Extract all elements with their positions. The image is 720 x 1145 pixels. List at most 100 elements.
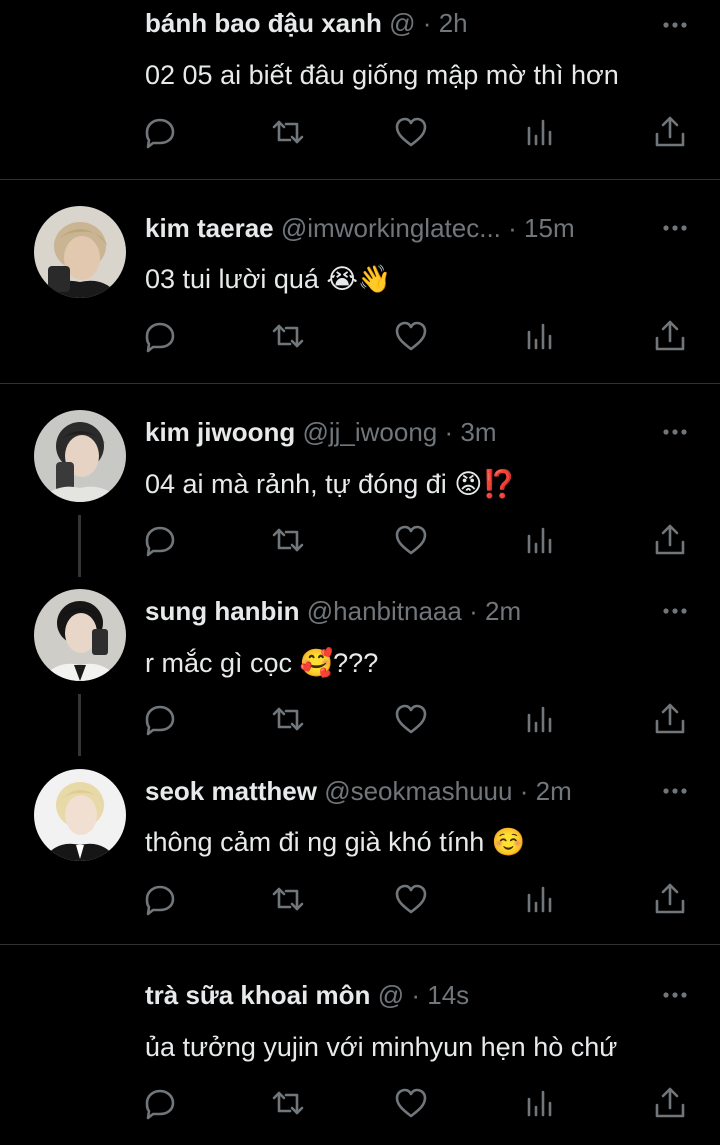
views-button[interactable] (520, 520, 560, 560)
tweet-actions (140, 879, 700, 919)
tweet-actions (140, 1083, 700, 1123)
share-icon (650, 1083, 690, 1123)
separator-dot: · (469, 596, 478, 626)
share-button[interactable] (650, 316, 690, 356)
user-handle[interactable]: @imworkinglatec... (281, 213, 501, 243)
like-button[interactable] (391, 879, 431, 919)
retweet-button[interactable] (268, 520, 308, 560)
retweet-icon (268, 699, 308, 739)
like-button[interactable] (391, 1083, 431, 1123)
display-name[interactable]: sung hanbin (145, 596, 300, 626)
user-handle[interactable]: @ (389, 8, 415, 38)
views-button[interactable] (520, 316, 560, 356)
separator-dot: · (508, 213, 517, 243)
display-name[interactable]: seok matthew (145, 776, 317, 806)
reply-button[interactable] (140, 879, 180, 919)
timestamp[interactable]: 2h (439, 8, 468, 38)
share-button[interactable] (650, 879, 690, 919)
analytics-icon (520, 1083, 560, 1123)
heart-icon (391, 699, 431, 739)
heart-icon (391, 879, 431, 919)
more-dots-icon[interactable] (660, 213, 690, 243)
tweet[interactable]: kim taerae @imworkinglatec... · 15m 03 t… (0, 180, 720, 383)
tweet-actions (140, 316, 700, 356)
avatar[interactable] (34, 410, 126, 502)
retweet-button[interactable] (268, 1083, 308, 1123)
display-name[interactable]: kim jiwoong (145, 417, 295, 447)
avatar[interactable] (34, 206, 126, 298)
display-name[interactable]: kim taerae (145, 213, 274, 243)
analytics-icon (520, 316, 560, 356)
tweet-header: kim jiwoong @jj_iwoong · 3m (145, 415, 650, 449)
tweet[interactable]: seok matthew @seokmashuuu · 2m thông cảm… (0, 744, 720, 944)
retweet-icon (268, 1083, 308, 1123)
tweet[interactable]: kim jiwoong @jj_iwoong · 3m 04 ai mà rản… (0, 384, 720, 564)
tweet-header: kim taerae @imworkinglatec... · 15m (145, 211, 650, 245)
user-handle[interactable]: @seokmashuuu (324, 776, 512, 806)
reply-button[interactable] (140, 316, 180, 356)
share-button[interactable] (650, 1083, 690, 1123)
tweet-text: 03 tui lười quá 😭👋 (145, 264, 392, 294)
heart-icon (391, 112, 431, 152)
user-handle[interactable]: @ (378, 980, 404, 1010)
retweet-button[interactable] (268, 112, 308, 152)
retweet-button[interactable] (268, 879, 308, 919)
retweet-icon (268, 112, 308, 152)
avatar[interactable] (34, 769, 126, 861)
avatar[interactable] (34, 589, 126, 681)
more-dots-icon[interactable] (660, 980, 690, 1010)
tweet-text: 02 05 ai biết đâu giống mập mờ thì hơn (145, 60, 619, 90)
tweet[interactable]: sung hanbin @hanbitnaaa · 2m r mắc gì cọ… (0, 564, 720, 744)
views-button[interactable] (520, 112, 560, 152)
heart-icon (391, 1083, 431, 1123)
timestamp[interactable]: 14s (427, 980, 469, 1010)
tweet-actions (140, 112, 700, 152)
retweet-button[interactable] (268, 699, 308, 739)
tweet-text: ủa tưởng yujin với minhyun hẹn hò chứ (145, 1032, 618, 1062)
more-dots-icon[interactable] (660, 417, 690, 447)
timestamp[interactable]: 2m (536, 776, 572, 806)
separator-dot: · (411, 980, 420, 1010)
user-handle[interactable]: @jj_iwoong (302, 417, 437, 447)
share-icon (650, 316, 690, 356)
heart-icon (391, 316, 431, 356)
tweet[interactable]: trà sữa khoai môn @ · 14s ủa tưởng yujin… (0, 945, 720, 1145)
like-button[interactable] (391, 316, 431, 356)
share-button[interactable] (650, 112, 690, 152)
share-button[interactable] (650, 520, 690, 560)
views-button[interactable] (520, 1083, 560, 1123)
retweet-button[interactable] (268, 316, 308, 356)
share-button[interactable] (650, 699, 690, 739)
like-button[interactable] (391, 520, 431, 560)
views-button[interactable] (520, 699, 560, 739)
tweet[interactable]: bánh bao đậu xanh @ · 2h 02 05 ai biết đ… (0, 0, 720, 180)
like-button[interactable] (391, 699, 431, 739)
reply-icon (140, 316, 180, 356)
reply-button[interactable] (140, 1083, 180, 1123)
more-dots-icon[interactable] (660, 776, 690, 806)
display-name[interactable]: trà sữa khoai môn (145, 980, 370, 1010)
analytics-icon (520, 879, 560, 919)
reply-button[interactable] (140, 520, 180, 560)
reply-icon (140, 1083, 180, 1123)
separator-dot: · (422, 8, 432, 38)
reply-button[interactable] (140, 699, 180, 739)
reply-button[interactable] (140, 112, 180, 152)
user-handle[interactable]: @hanbitnaaa (307, 596, 462, 626)
analytics-icon (520, 520, 560, 560)
timestamp[interactable]: 15m (524, 213, 575, 243)
more-dots-icon[interactable] (660, 596, 690, 626)
timestamp[interactable]: 2m (485, 596, 521, 626)
more-dots-icon[interactable] (660, 10, 690, 40)
analytics-icon (520, 112, 560, 152)
analytics-icon (520, 699, 560, 739)
timestamp[interactable]: 3m (460, 417, 496, 447)
reply-icon (140, 520, 180, 560)
share-icon (650, 699, 690, 739)
tweet-text: 04 ai mà rảnh, tự đóng đi 😡⁉️ (145, 469, 517, 499)
share-icon (650, 879, 690, 919)
views-button[interactable] (520, 879, 560, 919)
like-button[interactable] (391, 112, 431, 152)
share-icon (650, 112, 690, 152)
display-name[interactable]: bánh bao đậu xanh (145, 8, 382, 38)
